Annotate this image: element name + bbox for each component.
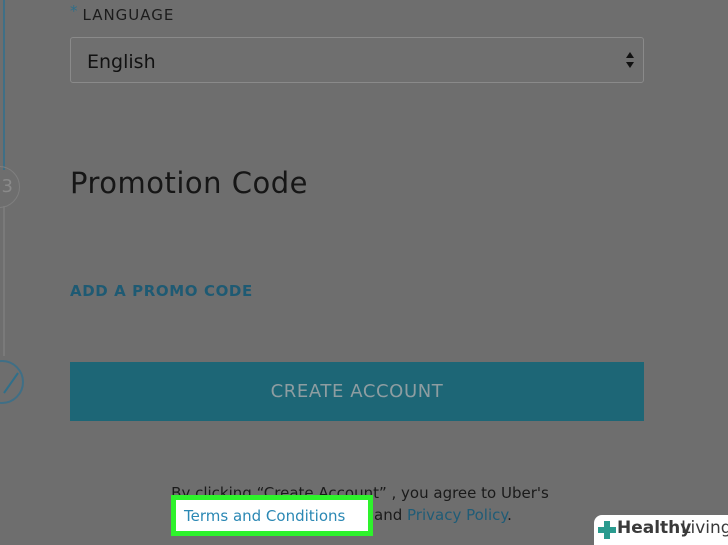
language-label: * LANGUAGE	[70, 2, 175, 24]
required-mark: *	[70, 2, 79, 20]
add-promo-code-link[interactable]: ADD A PROMO CODE	[70, 282, 253, 300]
pencil-icon	[3, 372, 19, 394]
healthy-living-watermark: Healthy Living	[594, 515, 728, 545]
language-select[interactable]: English	[70, 37, 644, 83]
progress-rail-upper	[3, 0, 5, 170]
language-select-value: English	[87, 51, 156, 73]
create-account-button[interactable]: CREATE ACCOUNT	[70, 362, 644, 421]
promotion-code-heading: Promotion Code	[70, 166, 309, 200]
legal-notice-line2: and Privacy Policy.	[374, 506, 512, 524]
privacy-policy-link[interactable]: Privacy Policy	[407, 506, 507, 524]
terms-and-conditions-link-highlight[interactable]: Terms and Conditions	[171, 495, 373, 536]
legal-and-text: and	[374, 506, 403, 524]
progress-rail-lower	[3, 206, 5, 356]
terms-and-conditions-link[interactable]: Terms and Conditions	[184, 507, 345, 525]
watermark-brand-light: Living	[681, 518, 728, 538]
signup-form-page: 3 * LANGUAGE English Promotion Code ADD A…	[0, 0, 728, 545]
select-arrows-icon	[626, 52, 634, 68]
step-number-circle: 3	[0, 166, 20, 208]
language-label-text: LANGUAGE	[82, 6, 175, 24]
legal-period: .	[507, 506, 512, 524]
step-edit-circle	[0, 360, 24, 404]
medical-cross-icon	[598, 521, 616, 539]
step-number: 3	[1, 176, 13, 197]
